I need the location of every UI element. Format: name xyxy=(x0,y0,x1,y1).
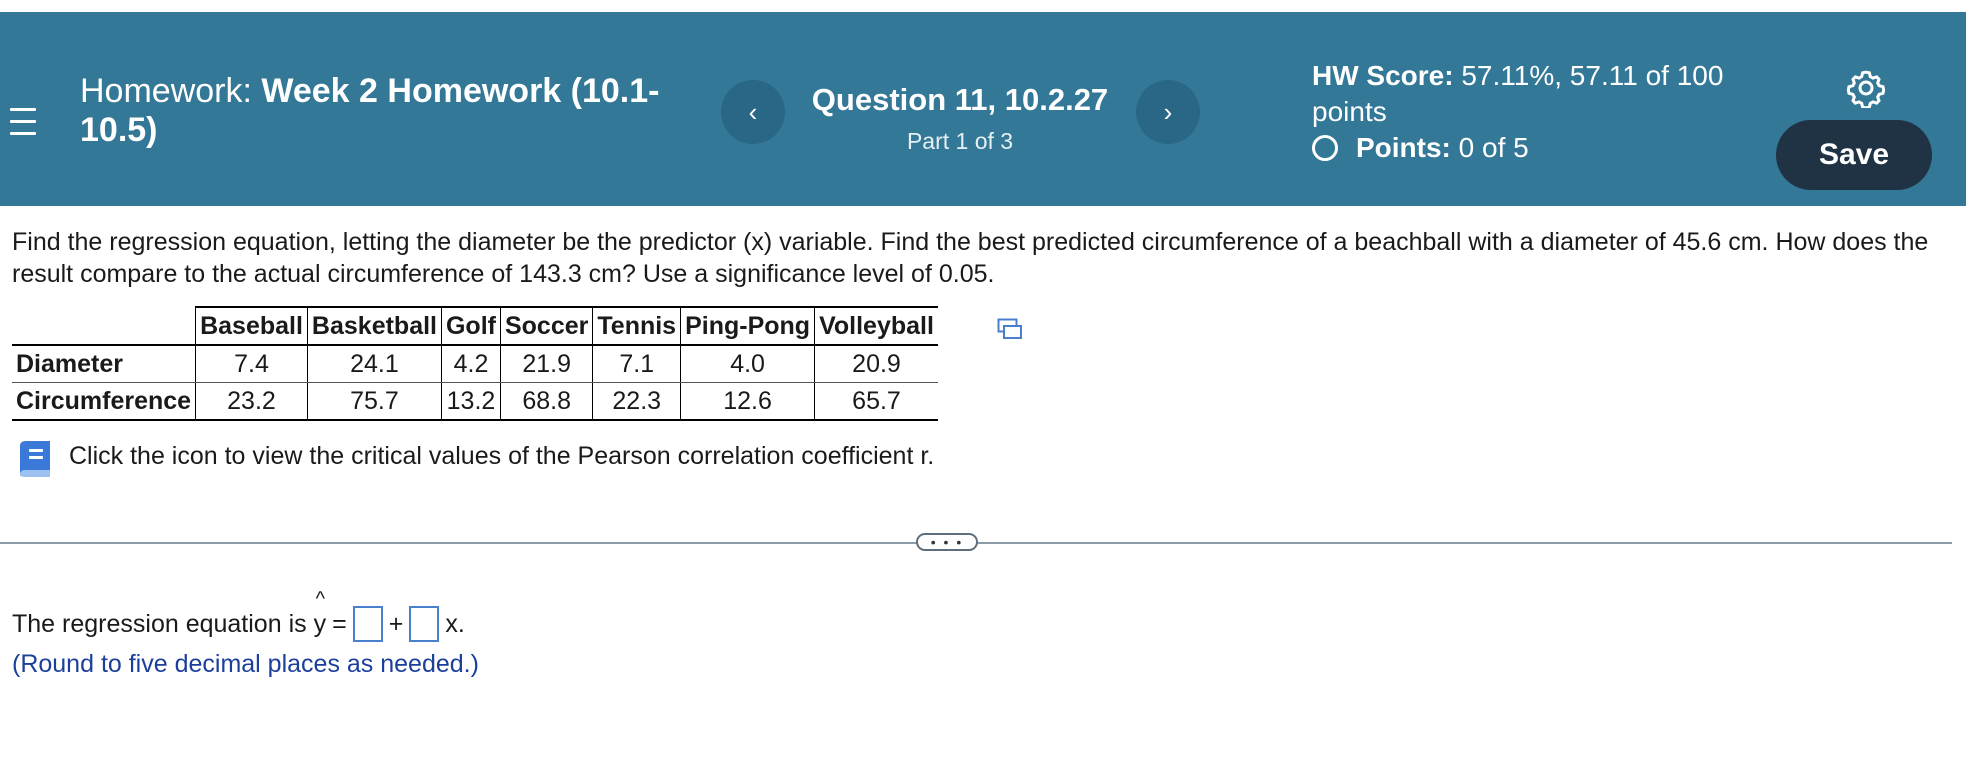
regression-equation-row: The regression equation is ^ y = + x. xyxy=(12,588,465,642)
column-header: Tennis xyxy=(592,306,681,346)
hw-score-label: HW Score: xyxy=(1312,60,1454,91)
table-cell: 24.1 xyxy=(306,345,442,383)
book-icon[interactable] xyxy=(14,438,56,480)
critical-values-link[interactable]: Click the icon to view the critical valu… xyxy=(69,442,934,471)
table-corner xyxy=(12,307,196,346)
points-label: Points: xyxy=(1356,132,1451,163)
question-part: Part 1 of 3 xyxy=(906,128,1014,154)
y-symbol: y xyxy=(313,609,327,638)
column-header: Baseball xyxy=(195,306,308,346)
save-button[interactable]: Save xyxy=(1776,120,1932,190)
table-cell: 68.8 xyxy=(499,382,593,421)
expand-more-button[interactable]: • • • xyxy=(916,533,978,551)
column-header: Basketball xyxy=(306,306,442,346)
table-cell: 7.1 xyxy=(592,345,681,383)
equals-sign: = xyxy=(332,609,347,638)
slope-input[interactable] xyxy=(409,606,440,642)
homework-prefix: Homework: xyxy=(80,72,252,110)
table-cell: 22.3 xyxy=(592,382,681,421)
hw-score: HW Score: 57.11%, 57.11 of 100 points xyxy=(1312,58,1732,130)
table-cell: 4.0 xyxy=(680,345,815,383)
points-value: 0 of 5 xyxy=(1458,132,1529,163)
table-cell: 21.9 xyxy=(499,345,593,383)
homework-title: Homework: Week 2 Homework (10.1-10.5) xyxy=(80,72,680,150)
previous-question-button[interactable]: ‹ xyxy=(721,80,785,144)
score-panel: HW Score: 57.11%, 57.11 of 100 points Po… xyxy=(1312,58,1732,166)
data-table: Baseball Basketball Golf Soccer Tennis P… xyxy=(12,306,938,421)
copy-table-icon[interactable] xyxy=(997,318,1023,340)
row-header: Diameter xyxy=(12,345,196,383)
table-row: Circumference 23.2 75.7 13.2 68.8 22.3 1… xyxy=(12,382,938,421)
column-header: Soccer xyxy=(499,306,593,346)
question-text: Find the regression equation, letting th… xyxy=(12,228,1929,288)
menu-icon[interactable] xyxy=(10,108,36,136)
y-hat-symbol: ^ y xyxy=(313,588,327,639)
next-question-button[interactable]: › xyxy=(1136,80,1200,144)
equation-prefix: The regression equation is xyxy=(12,609,307,638)
gear-icon[interactable] xyxy=(1846,68,1886,108)
top-banner: Homework: Week 2 Homework (10.1-10.5) ‹ … xyxy=(0,12,1966,206)
row-header: Circumference xyxy=(12,382,196,421)
intercept-input[interactable] xyxy=(352,606,383,642)
rounding-note: (Round to five decimal places as needed.… xyxy=(12,650,479,678)
table-cell: 13.2 xyxy=(440,382,501,421)
table-cell: 23.2 xyxy=(195,382,308,421)
table-cell: 20.9 xyxy=(814,345,938,383)
question-title: Question 11, 10.2.27 xyxy=(811,82,1109,117)
table-cell: 4.2 xyxy=(440,345,501,383)
table-header-row: Baseball Basketball Golf Soccer Tennis P… xyxy=(12,306,938,346)
column-header: Golf xyxy=(440,306,501,346)
equation-suffix: x. xyxy=(445,609,465,638)
column-header: Volleyball xyxy=(814,306,938,346)
table-cell: 75.7 xyxy=(306,382,442,421)
table-cell: 65.7 xyxy=(814,382,938,421)
question-indicator: Question 11, 10.2.27 Part 1 of 3 xyxy=(790,82,1130,155)
table-row: Diameter 7.4 24.1 4.2 21.9 7.1 4.0 20.9 xyxy=(12,345,938,383)
column-header: Ping-Pong xyxy=(680,306,815,346)
table-cell: 7.4 xyxy=(195,345,308,383)
table-cell: 12.6 xyxy=(680,382,815,421)
hat-symbol: ^ xyxy=(315,587,326,610)
points-status-icon xyxy=(1312,135,1338,161)
points-row: Points: 0 of 5 xyxy=(1312,130,1732,166)
plus-sign: + xyxy=(388,609,404,638)
